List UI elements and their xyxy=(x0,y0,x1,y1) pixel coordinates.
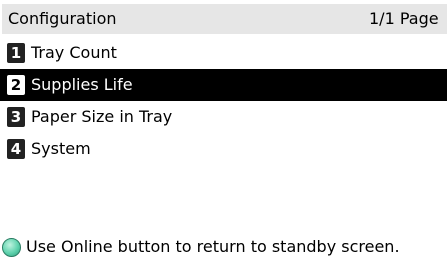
config-menu: 1 Tray Count 2 Supplies Life 3 Paper Siz… xyxy=(0,37,447,165)
number-1-icon: 1 xyxy=(7,43,25,63)
number-2-icon: 2 xyxy=(7,75,25,95)
menu-item-label: Paper Size in Tray xyxy=(31,107,173,126)
menu-item-system[interactable]: 4 System xyxy=(0,133,447,165)
footer-message: Use Online button to return to standby s… xyxy=(26,237,400,256)
page-title: Configuration xyxy=(8,9,117,28)
number-4-icon: 4 xyxy=(7,139,25,159)
menu-item-tray-count[interactable]: 1 Tray Count xyxy=(0,37,447,69)
menu-item-supplies-life[interactable]: 2 Supplies Life xyxy=(0,69,447,101)
menu-item-label: Tray Count xyxy=(31,43,117,62)
page-indicator: 1/1 Page xyxy=(369,9,439,28)
menu-item-label: Supplies Life xyxy=(31,75,133,94)
online-button-icon xyxy=(2,237,21,257)
menu-item-label: System xyxy=(31,139,91,158)
status-footer: Use Online button to return to standby s… xyxy=(2,232,447,262)
header-bar: Configuration 1/1 Page xyxy=(2,4,447,34)
menu-item-paper-size-in-tray[interactable]: 3 Paper Size in Tray xyxy=(0,101,447,133)
printer-panel-screen: Configuration 1/1 Page 1 Tray Count 2 Su… xyxy=(0,0,447,262)
number-3-icon: 3 xyxy=(7,107,25,127)
